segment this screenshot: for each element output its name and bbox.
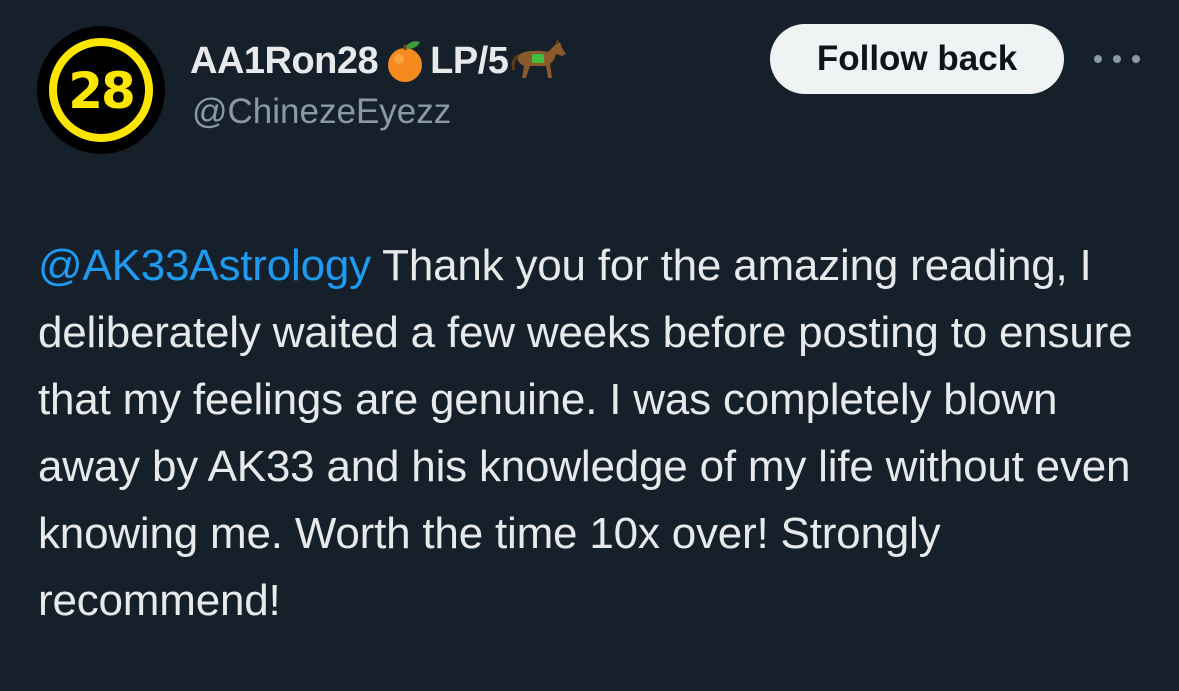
tweet-text: @AK33Astrology Thank you for the amazing… (38, 232, 1158, 634)
tweet-text-content: Thank you for the amazing reading, I del… (38, 241, 1133, 625)
avatar-ring: 28 (49, 38, 153, 142)
display-name[interactable]: AA1Ron28 LP/5 (190, 36, 570, 86)
user-handle[interactable]: @ChinezeEyezz (192, 92, 451, 132)
avatar[interactable]: 28 (37, 26, 165, 154)
avatar-number: 28 (68, 62, 136, 120)
more-dot (1132, 55, 1140, 63)
follow-back-button[interactable]: Follow back (770, 24, 1064, 94)
display-name-middle: LP/5 (430, 39, 509, 82)
more-dot (1113, 55, 1121, 63)
more-options-icon[interactable] (1094, 44, 1140, 74)
horse-emoji-icon (512, 39, 567, 78)
display-name-prefix: AA1Ron28 (190, 39, 379, 82)
orange-emoji-icon (388, 41, 423, 82)
more-dot (1094, 55, 1102, 63)
mention-link[interactable]: @AK33Astrology (38, 241, 371, 290)
